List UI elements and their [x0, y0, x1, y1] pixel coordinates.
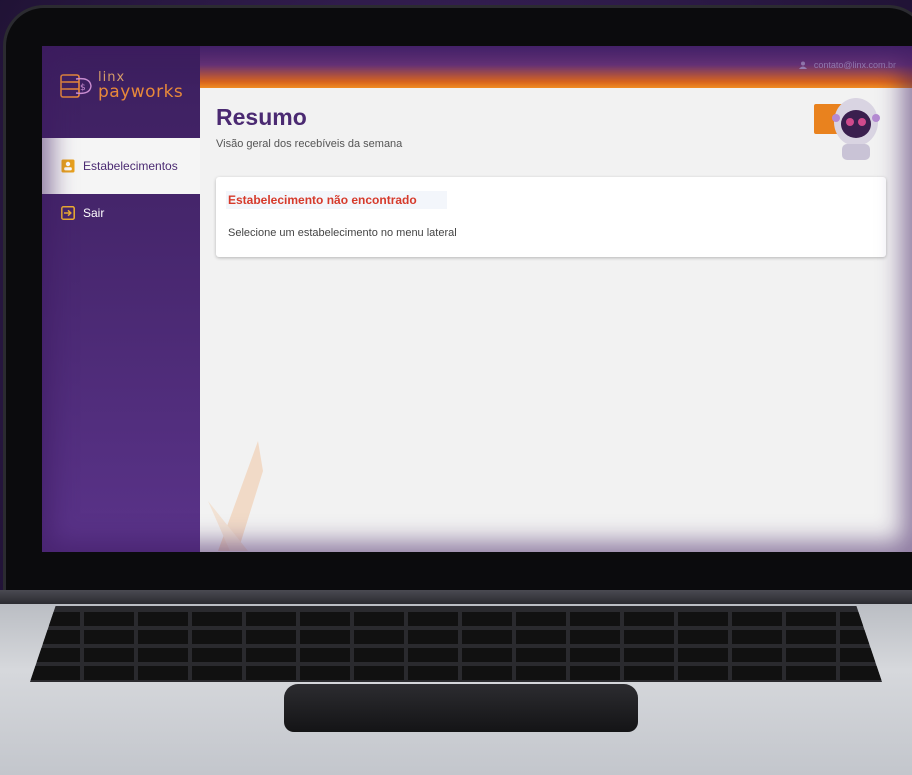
user-icon: [798, 61, 807, 69]
svg-text:$: $: [80, 83, 86, 93]
robot-mascot-icon: [832, 98, 880, 160]
sidebar-item-label: Estabelecimentos: [83, 159, 178, 173]
message-card: Estabelecimento não encontrado Selecione…: [216, 177, 886, 257]
page-title: Resumo: [216, 104, 307, 130]
sidebar-item-label: Sair: [83, 206, 105, 220]
wallet-logo-icon: $: [60, 74, 92, 98]
card-title: Estabelecimento não encontrado: [226, 191, 447, 209]
page-subtitle: Visão geral dos recebíveis da semana: [216, 138, 403, 150]
key-row: [30, 612, 882, 626]
key-row: [30, 630, 882, 644]
sidebar-item-estabelecimentos[interactable]: Estabelecimentos: [42, 138, 200, 194]
brand-line2: payworks: [98, 82, 184, 102]
trackpad: [284, 684, 638, 732]
keyboard: [30, 606, 882, 682]
key-row: [30, 666, 882, 680]
key-row: [30, 648, 882, 662]
laptop-screen: $ linx payworks Estabelecimentos Sair co…: [42, 46, 912, 552]
user-email: contato@linx.com.br: [813, 60, 896, 70]
store-icon: [61, 159, 75, 173]
user-menu[interactable]: contato@linx.com.br: [798, 60, 896, 70]
card-text: Selecione um estabelecimento no menu lat…: [228, 227, 457, 239]
background: $ linx payworks Estabelecimentos Sair co…: [0, 0, 912, 775]
laptop-hinge: [0, 590, 912, 604]
brand-name: linx payworks: [98, 71, 183, 101]
sidebar-item-sair[interactable]: Sair: [42, 193, 200, 233]
header-bar: contato@linx.com.br: [200, 46, 912, 88]
sidebar: $ linx payworks Estabelecimentos Sair: [42, 46, 200, 552]
brand-logo: $ linx payworks: [60, 64, 183, 108]
brand-watermark-icon: [208, 441, 263, 551]
logout-icon: [61, 206, 75, 220]
